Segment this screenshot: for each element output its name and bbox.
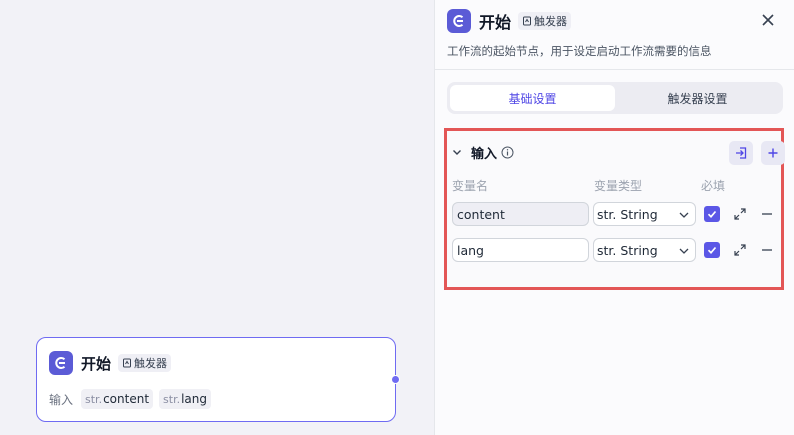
import-icon	[736, 147, 747, 159]
node-inputs-row: 输入 str. content str. lang	[49, 389, 217, 409]
trigger-icon	[123, 358, 132, 368]
trigger-tag-label: 触发器	[534, 15, 568, 28]
variable-name-input[interactable]: lang	[452, 238, 589, 262]
chevron-down-icon[interactable]	[451, 146, 463, 158]
trigger-tag: 触发器	[118, 354, 172, 372]
panel-header: 开始 触发器	[447, 9, 572, 33]
start-node-card[interactable]: 开始 触发器 输入 str. content str. lang	[36, 337, 400, 422]
chevron-down-icon	[679, 248, 689, 254]
input-section-title: 输入	[471, 146, 498, 162]
start-icon	[49, 351, 73, 375]
node-inputs-label: 输入	[49, 392, 74, 407]
node-title: 开始	[81, 354, 112, 373]
variable-type-value: str. String	[597, 206, 658, 222]
settings-tabs: 基础设置 触发器设置	[447, 82, 783, 114]
column-header-name: 变量名	[452, 179, 489, 193]
variable-chip-lang: str. lang	[159, 389, 212, 409]
expand-icon[interactable]	[733, 207, 747, 221]
checkmark-icon	[707, 210, 717, 218]
variable-type-select[interactable]: str. String	[593, 202, 696, 226]
variable-type-value: str. String	[597, 242, 658, 258]
variable-name: content	[103, 392, 150, 406]
minus-icon[interactable]	[760, 207, 774, 221]
node-settings-panel: 开始 触发器 工作流的起始节点，用于设定启动工作流需要的信息 基础设置 触发器设…	[434, 0, 794, 435]
variable-type-prefix: str.	[163, 392, 181, 406]
tab-trigger-settings[interactable]: 触发器设置	[615, 85, 780, 111]
column-header-type: 变量类型	[594, 179, 643, 193]
close-icon[interactable]	[760, 12, 776, 28]
trigger-tag-label: 触发器	[134, 357, 168, 370]
info-icon[interactable]	[501, 146, 514, 159]
divider	[435, 69, 794, 70]
chevron-down-icon	[679, 212, 689, 218]
variable-type-select[interactable]: str. String	[593, 238, 696, 262]
variable-name: lang	[181, 392, 208, 406]
trigger-tag: 触发器	[518, 12, 572, 30]
panel-description: 工作流的起始节点，用于设定启动工作流需要的信息	[447, 44, 712, 58]
minus-icon[interactable]	[760, 243, 774, 257]
input-section: 输入 变量名 变量类型 必填 content str. String lang …	[444, 128, 785, 290]
tab-basic-settings[interactable]: 基础设置	[450, 85, 615, 111]
checkmark-icon	[707, 246, 717, 254]
add-variable-button[interactable]	[761, 141, 785, 165]
required-checkbox[interactable]	[704, 242, 720, 258]
output-handle[interactable]	[391, 375, 400, 384]
node-header: 开始 触发器	[49, 351, 172, 375]
variable-name-input[interactable]: content	[452, 202, 589, 226]
input-section-header: 输入	[451, 141, 514, 163]
required-checkbox[interactable]	[704, 206, 720, 222]
column-header-required: 必填	[701, 179, 726, 193]
panel-title: 开始	[479, 13, 512, 32]
start-icon	[447, 9, 471, 33]
variable-chip-content: str. content	[81, 389, 154, 409]
expand-icon[interactable]	[733, 243, 747, 257]
plus-icon	[768, 148, 778, 158]
variable-type-prefix: str.	[85, 392, 103, 406]
trigger-icon	[523, 16, 532, 26]
import-button[interactable]	[729, 141, 753, 165]
